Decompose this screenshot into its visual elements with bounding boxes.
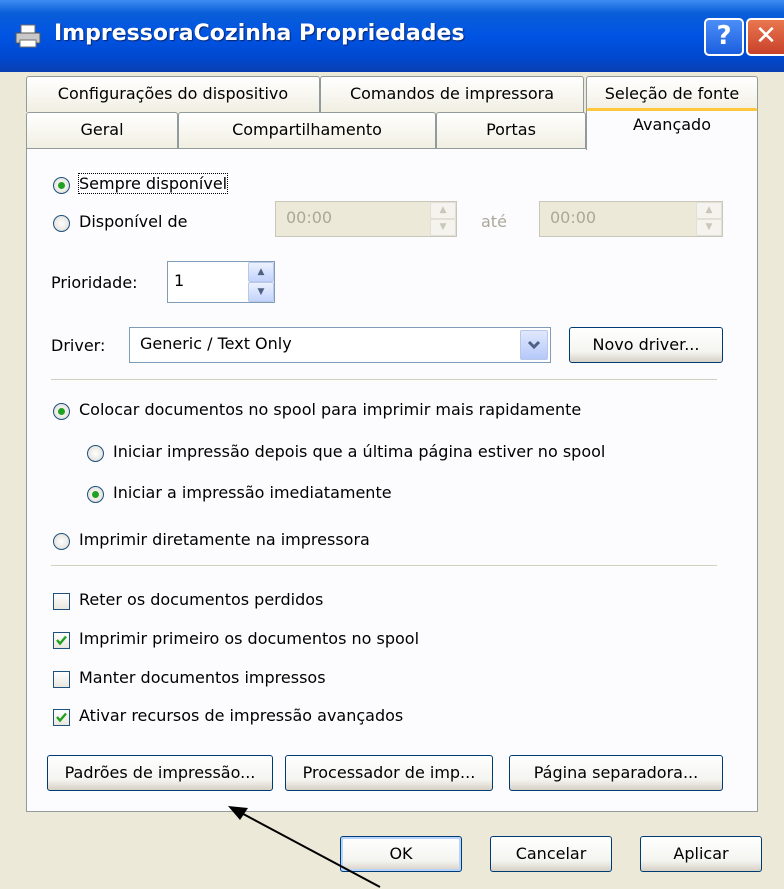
properties-dialog: ImpressoraCozinha Propriedades ? ✕ Confi… (0, 0, 784, 889)
annotation-arrow-icon (228, 806, 381, 888)
